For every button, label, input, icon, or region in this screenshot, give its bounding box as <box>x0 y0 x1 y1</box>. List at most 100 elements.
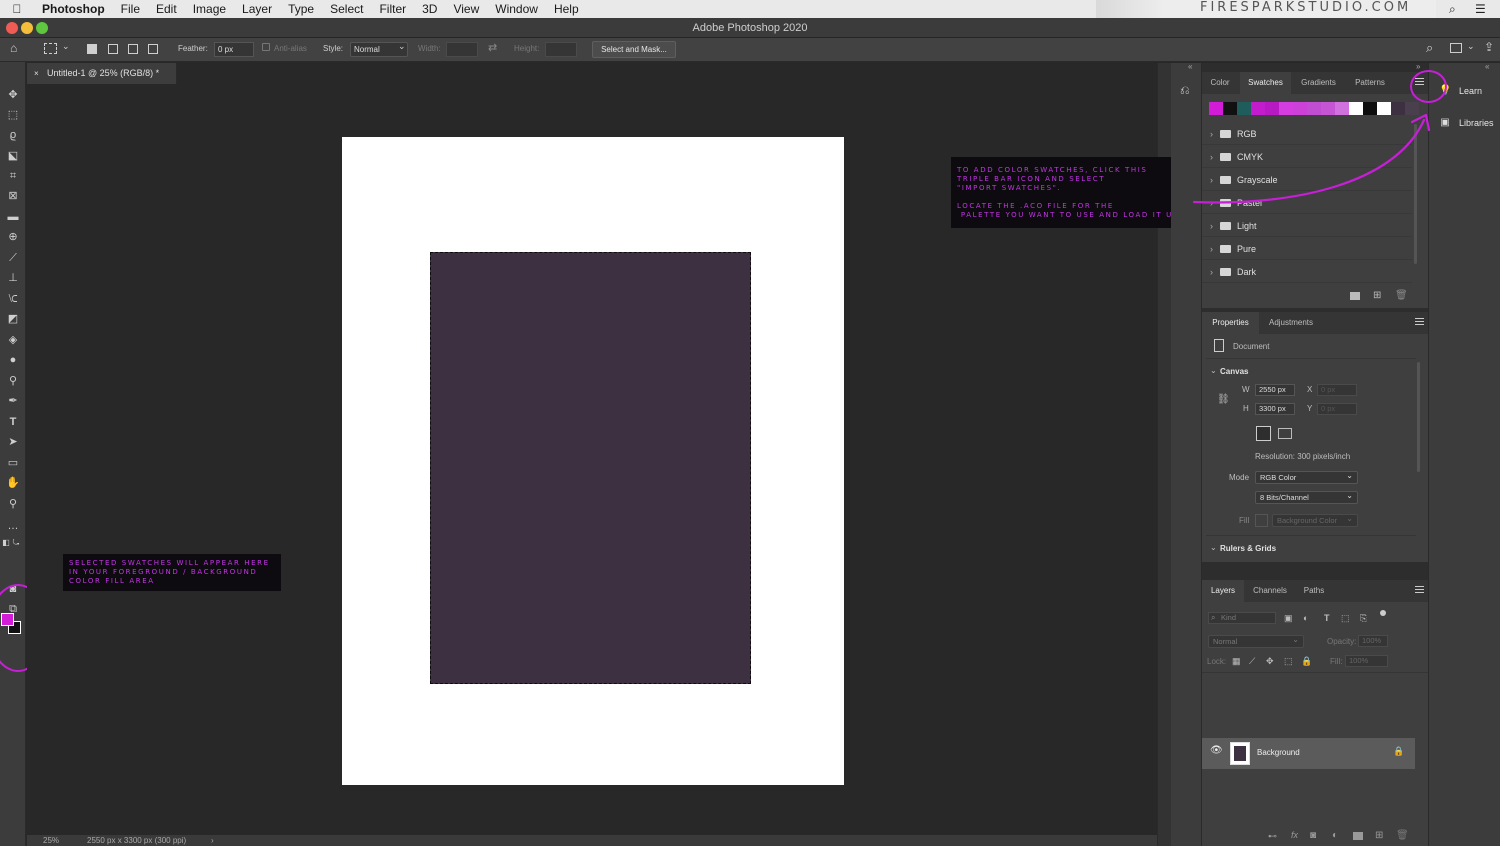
swatch[interactable] <box>1223 102 1237 115</box>
new-swatch-icon[interactable]: ⊞ <box>1373 290 1381 301</box>
blend-mode-select[interactable]: Normal <box>1208 634 1304 648</box>
history-panel-icon[interactable]: ⎌ <box>1180 83 1190 98</box>
color-mode-select[interactable]: RGB Color <box>1255 470 1358 484</box>
swatch[interactable] <box>1405 102 1419 115</box>
filter-type-icon[interactable]: T <box>1324 613 1330 623</box>
menu-3d[interactable]: 3D <box>414 0 445 18</box>
properties-menu-icon[interactable] <box>1415 318 1424 325</box>
zoom-tool-icon[interactable]: ⚲ <box>3 495 23 513</box>
swatch[interactable] <box>1293 102 1307 115</box>
libraries-panel-button[interactable]: ▣ Libraries <box>1437 112 1500 134</box>
close-window-button[interactable] <box>6 22 18 34</box>
tab-paths[interactable]: Paths <box>1296 580 1332 602</box>
swatch[interactable] <box>1363 102 1377 115</box>
spotlight-search-icon[interactable]: ⌕ <box>1449 2 1456 17</box>
apple-menu-icon[interactable]:  <box>0 2 34 16</box>
swatch[interactable] <box>1335 102 1349 115</box>
marquee-tool-icon[interactable]: ⬚ <box>3 106 23 124</box>
lasso-tool-icon[interactable]: ϱ <box>3 126 23 144</box>
swatch[interactable] <box>1349 102 1363 115</box>
properties-scrollbar[interactable] <box>1417 362 1420 472</box>
swatch-folder[interactable]: › Grayscale <box>1202 169 1412 191</box>
swatch[interactable] <box>1307 102 1321 115</box>
opacity-input[interactable]: 100% <box>1358 635 1388 647</box>
hand-tool-icon[interactable]: ✋ <box>3 474 23 492</box>
swatches-scrollbar[interactable] <box>1414 124 1417 264</box>
swap-colors-icon[interactable]: ⤿ <box>10 534 22 552</box>
expand-strip-icon[interactable]: « <box>1485 62 1489 71</box>
pen-tool-icon[interactable]: ✒ <box>3 392 23 410</box>
visibility-eye-icon[interactable]: 👁 <box>1210 745 1223 756</box>
fill-color-swatch[interactable] <box>1255 514 1268 527</box>
menu-layer[interactable]: Layer <box>234 0 280 18</box>
lock-image-icon[interactable]: ⟋ <box>1249 656 1255 667</box>
history-brush-tool-icon[interactable]: ⟈ <box>3 290 23 308</box>
filter-adjustment-icon[interactable]: ◐ <box>1303 613 1308 623</box>
canvas-width-input[interactable]: 2550 px <box>1255 384 1295 396</box>
bit-depth-select[interactable]: 8 Bits/Channel <box>1255 490 1358 504</box>
canvas-x-input[interactable]: 0 px <box>1317 384 1357 396</box>
add-mask-icon[interactable]: ◙ <box>1310 830 1316 841</box>
layer-name[interactable]: Background <box>1257 748 1300 757</box>
paint-bucket-tool-icon[interactable]: ◈ <box>3 331 23 349</box>
chevron-right-icon[interactable]: › <box>211 835 214 846</box>
swatch[interactable] <box>1265 102 1279 115</box>
intersect-selection-icon[interactable] <box>148 44 158 54</box>
tab-channels[interactable]: Channels <box>1245 580 1295 602</box>
delete-swatch-icon[interactable]: 🗑 <box>1395 290 1408 301</box>
canvas-height-input[interactable]: 3300 px <box>1255 403 1295 415</box>
foreground-color-swatch[interactable] <box>1 613 14 626</box>
tab-swatches[interactable]: Swatches <box>1240 72 1291 94</box>
quick-mask-icon[interactable]: ◙ <box>3 580 23 598</box>
filter-shape-icon[interactable]: ⬚ <box>1341 613 1350 624</box>
tab-adjustments[interactable]: Adjustments <box>1260 312 1322 334</box>
chevron-down-icon[interactable]: ⌄ <box>1467 41 1475 52</box>
eyedropper-tool-icon[interactable]: ▬ <box>3 208 23 226</box>
minimize-window-button[interactable] <box>21 22 33 34</box>
close-tab-icon[interactable]: × <box>34 63 39 84</box>
document-tab[interactable]: × Untitled-1 @ 25% (RGB/8) * <box>27 63 177 84</box>
swatch[interactable] <box>1237 102 1251 115</box>
landscape-orientation-icon[interactable] <box>1278 428 1292 439</box>
path-selection-tool-icon[interactable]: ➤ <box>3 433 23 451</box>
swatch-folder[interactable]: › Light <box>1202 215 1412 237</box>
menu-image[interactable]: Image <box>185 0 234 18</box>
chevron-down-icon[interactable]: ⌄ <box>62 41 70 52</box>
menu-view[interactable]: View <box>445 0 487 18</box>
filter-smart-object-icon[interactable]: ⎘ <box>1360 613 1367 624</box>
learn-panel-button[interactable]: 💡 Learn <box>1437 80 1500 102</box>
add-to-selection-icon[interactable] <box>108 44 118 54</box>
tab-gradients[interactable]: Gradients <box>1292 72 1345 94</box>
link-layers-icon[interactable]: ⊷ <box>1268 831 1277 842</box>
new-group-icon[interactable] <box>1353 832 1363 840</box>
rectangle-tool-icon[interactable]: ▭ <box>3 454 23 472</box>
menu-window[interactable]: Window <box>487 0 546 18</box>
menu-file[interactable]: File <box>113 0 148 18</box>
adjustment-layer-icon[interactable]: ◐ <box>1332 830 1338 841</box>
swatch-folder[interactable]: › RGB <box>1202 123 1412 145</box>
fill-opacity-input[interactable]: 100% <box>1345 655 1388 667</box>
swatch[interactable] <box>1321 102 1335 115</box>
healing-brush-tool-icon[interactable]: ⊕ <box>3 228 23 246</box>
move-tool-icon[interactable]: ✥ <box>3 86 23 104</box>
expand-dock-icon[interactable]: » <box>1416 62 1420 71</box>
swatch[interactable] <box>1279 102 1293 115</box>
filter-toggle-icon[interactable] <box>1380 610 1386 616</box>
zoom-level[interactable]: 25% <box>43 835 59 846</box>
anti-alias-checkbox[interactable] <box>262 43 270 51</box>
blur-tool-icon[interactable]: ● <box>3 351 23 369</box>
swatch[interactable] <box>1391 102 1405 115</box>
height-input[interactable] <box>545 42 577 57</box>
swatch-folder[interactable]: › Pastel <box>1202 192 1412 214</box>
menu-filter[interactable]: Filter <box>371 0 414 18</box>
width-input[interactable] <box>446 42 478 57</box>
swatch[interactable] <box>1209 102 1223 115</box>
select-and-mask-button[interactable]: Select and Mask... <box>592 41 676 58</box>
more-tools-icon[interactable]: … <box>3 517 23 535</box>
menu-edit[interactable]: Edit <box>148 0 185 18</box>
layers-menu-icon[interactable] <box>1415 586 1424 593</box>
chevron-down-icon[interactable]: ⌄ <box>1210 543 1217 552</box>
dodge-tool-icon[interactable]: ⚲ <box>3 372 23 390</box>
share-icon[interactable]: ⇪ <box>1484 40 1494 54</box>
tab-layers[interactable]: Layers <box>1202 580 1244 602</box>
